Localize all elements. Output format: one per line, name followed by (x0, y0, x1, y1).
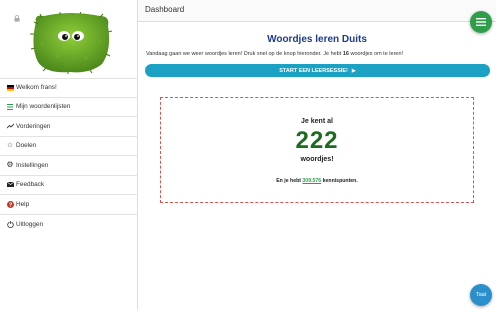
menu-fab-button[interactable] (470, 11, 492, 33)
sidebar-item-label: Mijn woordenlijsten (16, 103, 71, 111)
sidebar-item-instellingen[interactable]: ⚙ Instellingen (0, 156, 138, 176)
main-title: Woordjes leren Duits (267, 34, 367, 45)
page-title: Dashboard (145, 5, 185, 14)
mascot-avatar (30, 12, 112, 74)
intro-text-part: woordjes om te leren! (348, 51, 404, 57)
star-icon: ☆ (6, 142, 14, 150)
sidebar-item-label: Uitloggen (16, 220, 44, 228)
language-fab-label: Taal (475, 292, 487, 298)
sidebar-item-help[interactable]: ? Help (0, 195, 138, 215)
points-text-part: En je hebt (276, 178, 303, 184)
trend-chart-icon (6, 122, 14, 130)
sidebar-item-doelen[interactable]: ☆ Doelen (0, 137, 138, 156)
sidebar-item-welkom[interactable]: Welkom frans! (0, 78, 138, 98)
knowledge-points-line: En je hebt 309.576 kennispunten. (161, 178, 473, 184)
sidebar-item-woordenlijsten[interactable]: Mijn woordenlijsten (0, 98, 138, 117)
points-text-part: kennispunten. (321, 178, 358, 184)
sidebar-nav: Welkom frans! Mijn woordenlijsten Vorder… (0, 78, 138, 234)
sidebar-item-feedback[interactable]: Feedback (0, 176, 138, 195)
sidebar-item-label: Vorderingen (16, 122, 51, 130)
menu-icon (476, 18, 486, 26)
start-session-label: START EEN LEERSESSIE! (279, 67, 348, 74)
play-icon: ▶ (351, 67, 356, 74)
start-session-button[interactable]: START EEN LEERSESSIE! ▶ (145, 64, 490, 77)
sidebar-item-label: Help (16, 200, 30, 208)
logout-icon (6, 220, 14, 228)
sidebar-item-vorderingen[interactable]: Vorderingen (0, 117, 138, 137)
top-bar: Dashboard (138, 0, 496, 22)
knowledge-points-value: 309.576 (302, 178, 322, 184)
known-label: Je kent al (301, 118, 333, 125)
list-icon (6, 103, 14, 111)
sidebar: Welkom frans! Mijn woordenlijsten Vorder… (0, 0, 138, 310)
help-icon: ? (6, 200, 14, 208)
sidebar-item-uitloggen[interactable]: Uitloggen (0, 215, 138, 235)
sidebar-item-label: Instellingen (16, 161, 49, 169)
sidebar-item-label: Doelen (16, 142, 37, 150)
known-words-count: 222 (295, 127, 339, 154)
intro-text-part: Vandaag gaan we weer woordjes leren! Dru… (146, 51, 343, 57)
intro-text: Vandaag gaan we weer woordjes leren! Dru… (146, 51, 490, 57)
envelope-icon (6, 181, 14, 189)
language-fab-button[interactable]: Taal (470, 284, 492, 306)
stats-panel: Je kent al 222 woordjes! En je hebt 309.… (160, 97, 474, 203)
sidebar-item-label: Feedback (16, 181, 45, 189)
known-suffix: woordjes! (300, 156, 334, 163)
sidebar-item-label: Welkom frans! (16, 84, 57, 92)
lock-icon (14, 15, 20, 22)
gear-icon: ⚙ (6, 160, 14, 170)
germany-flag-icon (6, 84, 14, 92)
